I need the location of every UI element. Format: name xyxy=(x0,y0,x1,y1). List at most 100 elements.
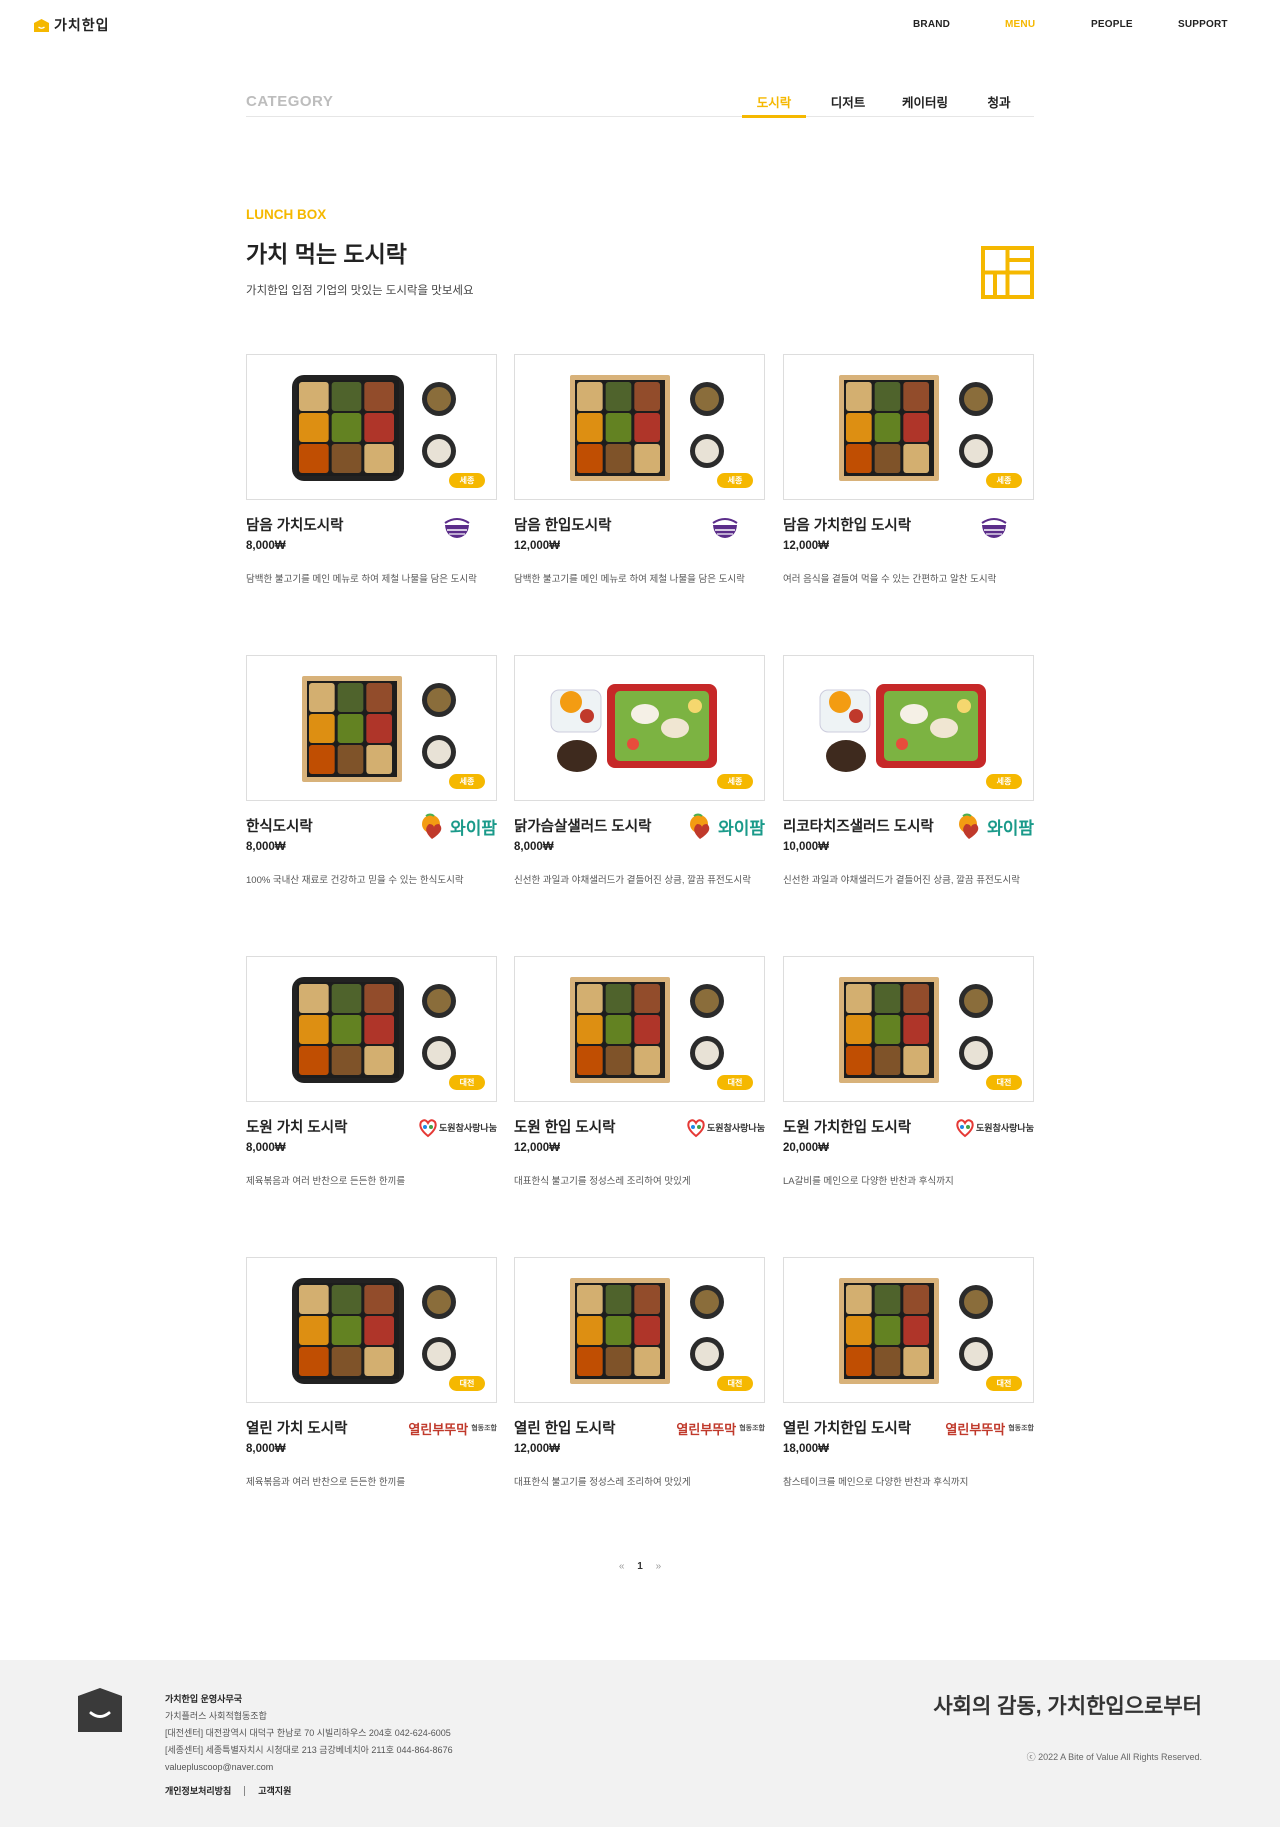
product-description: 신선한 과일과 야채샐러드가 곁들어진 상큼, 깔끔 퓨전도시락 xyxy=(783,875,1020,886)
product-card[interactable]: 대전 열린 가치한입 도시락 18,000₩ 참스테이크를 메인으로 다양한 반찬과 … xyxy=(783,1257,1034,1527)
footer-sejong: [세종센터] 세종특별자치시 시청대로 213 금강베네치아 211호 044-… xyxy=(165,1745,453,1755)
product-price: 18,000₩ xyxy=(783,1443,830,1455)
page-current[interactable]: 1 xyxy=(637,1561,643,1572)
product-name[interactable]: 담음 가치도시락 xyxy=(246,514,343,535)
category-bar: CATEGORY 도시락 디저트 케이터링 청과 xyxy=(246,78,1034,118)
brand-logo-dowon: 도원참사랑나눔 xyxy=(954,1113,1034,1141)
nav-menu[interactable]: MENU xyxy=(1005,19,1035,30)
dowon-logo-icon xyxy=(956,1119,974,1138)
product-card[interactable]: 세종담음 한입도시락 12,000₩ 담백한 불고기를 메인 메뉴로 하여 제철 나… xyxy=(514,354,765,624)
region-badge: 대전 xyxy=(717,1075,753,1090)
product-name[interactable]: 닭가슴살샐러드 도시락 xyxy=(514,815,651,836)
product-image[interactable]: 대전 xyxy=(514,1257,765,1403)
brand-logo-dowon: 도원참사랑나눔 xyxy=(685,1113,765,1141)
tab-fruit[interactable]: 청과 xyxy=(974,92,1024,118)
brand-logo-wifarm: 와이팜 xyxy=(420,812,497,840)
product-card[interactable]: 세종리코타치즈샐러드 도시락 10,000₩ 신선한 과일과 야채샐러드가 곁들어진… xyxy=(783,655,1034,925)
site-logo[interactable]: 가치한입 xyxy=(34,15,110,35)
footer-org: 가치플러스 사회적협동조합 xyxy=(165,1711,267,1721)
section-description: 가치한입 입점 기업의 맛있는 도시락을 맛보세요 xyxy=(246,285,474,297)
product-description: 담백한 불고기를 메인 메뉴로 하여 제철 나물을 담은 도시락 xyxy=(514,574,745,585)
product-name[interactable]: 도원 가치 도시락 xyxy=(246,1116,347,1137)
nav-people[interactable]: PEOPLE xyxy=(1091,19,1133,30)
tab-dessert[interactable]: 디저트 xyxy=(818,92,878,118)
section-subtitle: LUNCH BOX xyxy=(246,207,327,222)
brand-name-text: 와이팜 xyxy=(987,818,1034,838)
brand-name-text: 와이팜 xyxy=(450,818,497,838)
product-card[interactable]: 세종 닭가슴살샐러드 도시락 8,000₩ 신선한 과일과 야채샐러드가 곁들어진 상… xyxy=(514,655,765,925)
product-name[interactable]: 담음 한입도시락 xyxy=(514,514,611,535)
nav-brand[interactable]: BRAND xyxy=(913,19,950,30)
page-next[interactable]: » xyxy=(656,1561,662,1572)
brand-logo-yeollin: 열린부뚜막 협동조합 xyxy=(408,1414,497,1442)
product-name[interactable]: 담음 가치한입 도시락 xyxy=(783,514,911,535)
product-description: 여러 음식을 곁들여 먹을 수 있는 간편하고 알찬 도시락 xyxy=(783,574,997,585)
product-name[interactable]: 한식도시락 xyxy=(246,815,313,836)
product-card[interactable]: 대전 도원 한입 도시락 12,000₩ 대표한식 불고기를 정성스레 조리하여 맛있… xyxy=(514,956,765,1226)
brand-logo-damum xyxy=(442,511,472,539)
product-description: 100% 국내산 재료로 건강하고 믿을 수 있는 한식도시락 xyxy=(246,875,464,886)
product-name[interactable]: 도원 가치한입 도시락 xyxy=(783,1116,911,1137)
product-image[interactable]: 세종 xyxy=(514,354,765,500)
nav-support[interactable]: SUPPORT xyxy=(1178,19,1228,30)
brand-name-text: 도원참사랑나눔 xyxy=(707,1122,765,1133)
product-price: 20,000₩ xyxy=(783,1142,830,1154)
product-card[interactable]: 세종 담음 가치도시락 8,000₩ 담백한 불고기를 메인 메뉴로 하여 제철 나물… xyxy=(246,354,497,624)
product-name[interactable]: 도원 한입 도시락 xyxy=(514,1116,615,1137)
region-badge: 대전 xyxy=(717,1376,753,1391)
product-card[interactable]: 대전 열린 가치 도시락 8,000₩ 제육볶음과 여러 반찬으로 든든한 한끼를 열린… xyxy=(246,1257,497,1527)
product-description: 제육볶음과 여러 반찬으로 든든한 한끼를 xyxy=(246,1477,406,1488)
product-image[interactable]: 대전 xyxy=(783,1257,1034,1403)
region-badge: 세종 xyxy=(986,774,1022,789)
page-prev[interactable]: « xyxy=(619,1561,625,1572)
brand-name-text: 와이팜 xyxy=(718,818,765,838)
product-image[interactable]: 세종 xyxy=(783,655,1034,801)
logo-text: 가치한입 xyxy=(54,17,110,33)
product-description: 대표한식 불고기를 정성스레 조리하여 맛있게 xyxy=(514,1176,691,1187)
product-card[interactable]: 세종 한식도시락 8,000₩ 100% 국내산 재료로 건강하고 믿을 수 있는 한… xyxy=(246,655,497,925)
product-price: 12,000₩ xyxy=(514,1443,561,1455)
region-badge: 대전 xyxy=(449,1376,485,1391)
tab-lunchbox[interactable]: 도시락 xyxy=(742,92,806,118)
product-card[interactable]: 대전 도원 가치 도시락 8,000₩ 제육볶음과 여러 반찬으로 든든한 한끼를 도원… xyxy=(246,956,497,1226)
product-image[interactable]: 대전 xyxy=(514,956,765,1102)
product-price: 8,000₩ xyxy=(246,1142,286,1154)
product-image[interactable]: 세종 xyxy=(246,354,497,500)
footer-link-divider xyxy=(244,1785,246,1796)
site-header: 가치한입 BRAND MENU PEOPLE SUPPORT xyxy=(0,0,1280,50)
section-title: 가치 먹는 도시락 xyxy=(246,241,407,267)
footer-links: 개인정보처리방침 고객지원 xyxy=(165,1784,291,1797)
wifarm-logo-icon xyxy=(690,813,710,839)
product-card[interactable]: 세종 담음 가치한입 도시락 12,000₩ 여러 음식을 곁들여 먹을 수 있는 간… xyxy=(783,354,1034,624)
product-name[interactable]: 열린 한입 도시락 xyxy=(514,1417,615,1438)
product-image[interactable]: 대전 xyxy=(783,956,1034,1102)
lunchbox-icon xyxy=(981,246,1034,299)
product-price: 12,000₩ xyxy=(514,540,561,552)
product-image[interactable]: 대전 xyxy=(246,1257,497,1403)
footer-copyright: ⓒ 2022 A Bite of Value All Rights Reserv… xyxy=(1026,1752,1202,1762)
product-card[interactable]: 대전 도원 가치한입 도시락 20,000₩ LA갈비를 메인으로 다양한 반찬과 후… xyxy=(783,956,1034,1226)
brand-logo-dowon: 도원참사랑나눔 xyxy=(417,1113,497,1141)
footer-office: 가치한입 운영사무국 xyxy=(165,1694,243,1704)
product-name[interactable]: 리코타치즈샐러드 도시락 xyxy=(783,815,934,836)
region-badge: 세종 xyxy=(449,774,485,789)
customer-support-link[interactable]: 고객지원 xyxy=(258,1784,291,1797)
product-price: 10,000₩ xyxy=(783,841,830,853)
product-price: 8,000₩ xyxy=(514,841,554,853)
product-image[interactable]: 세종 xyxy=(246,655,497,801)
product-image[interactable]: 대전 xyxy=(246,956,497,1102)
tab-catering[interactable]: 케이터링 xyxy=(891,92,959,118)
product-card[interactable]: 대전 열린 한입 도시락 12,000₩ 대표한식 불고기를 정성스레 조리하여 맛있… xyxy=(514,1257,765,1527)
region-badge: 대전 xyxy=(449,1075,485,1090)
damum-logo-icon xyxy=(712,518,738,538)
product-name[interactable]: 열린 가치 도시락 xyxy=(246,1417,347,1438)
brand-name-text: 도원참사랑나눔 xyxy=(439,1122,497,1133)
product-price: 8,000₩ xyxy=(246,540,286,552)
product-image[interactable]: 세종 xyxy=(783,354,1034,500)
privacy-policy-link[interactable]: 개인정보처리방침 xyxy=(165,1784,231,1797)
region-badge: 대전 xyxy=(986,1376,1022,1391)
product-image[interactable]: 세종 xyxy=(514,655,765,801)
product-name[interactable]: 열린 가치한입 도시락 xyxy=(783,1417,911,1438)
dowon-logo-icon xyxy=(687,1119,705,1138)
footer-slogan: 사회의 감동, 가치한입으로부터 xyxy=(933,1695,1202,1718)
